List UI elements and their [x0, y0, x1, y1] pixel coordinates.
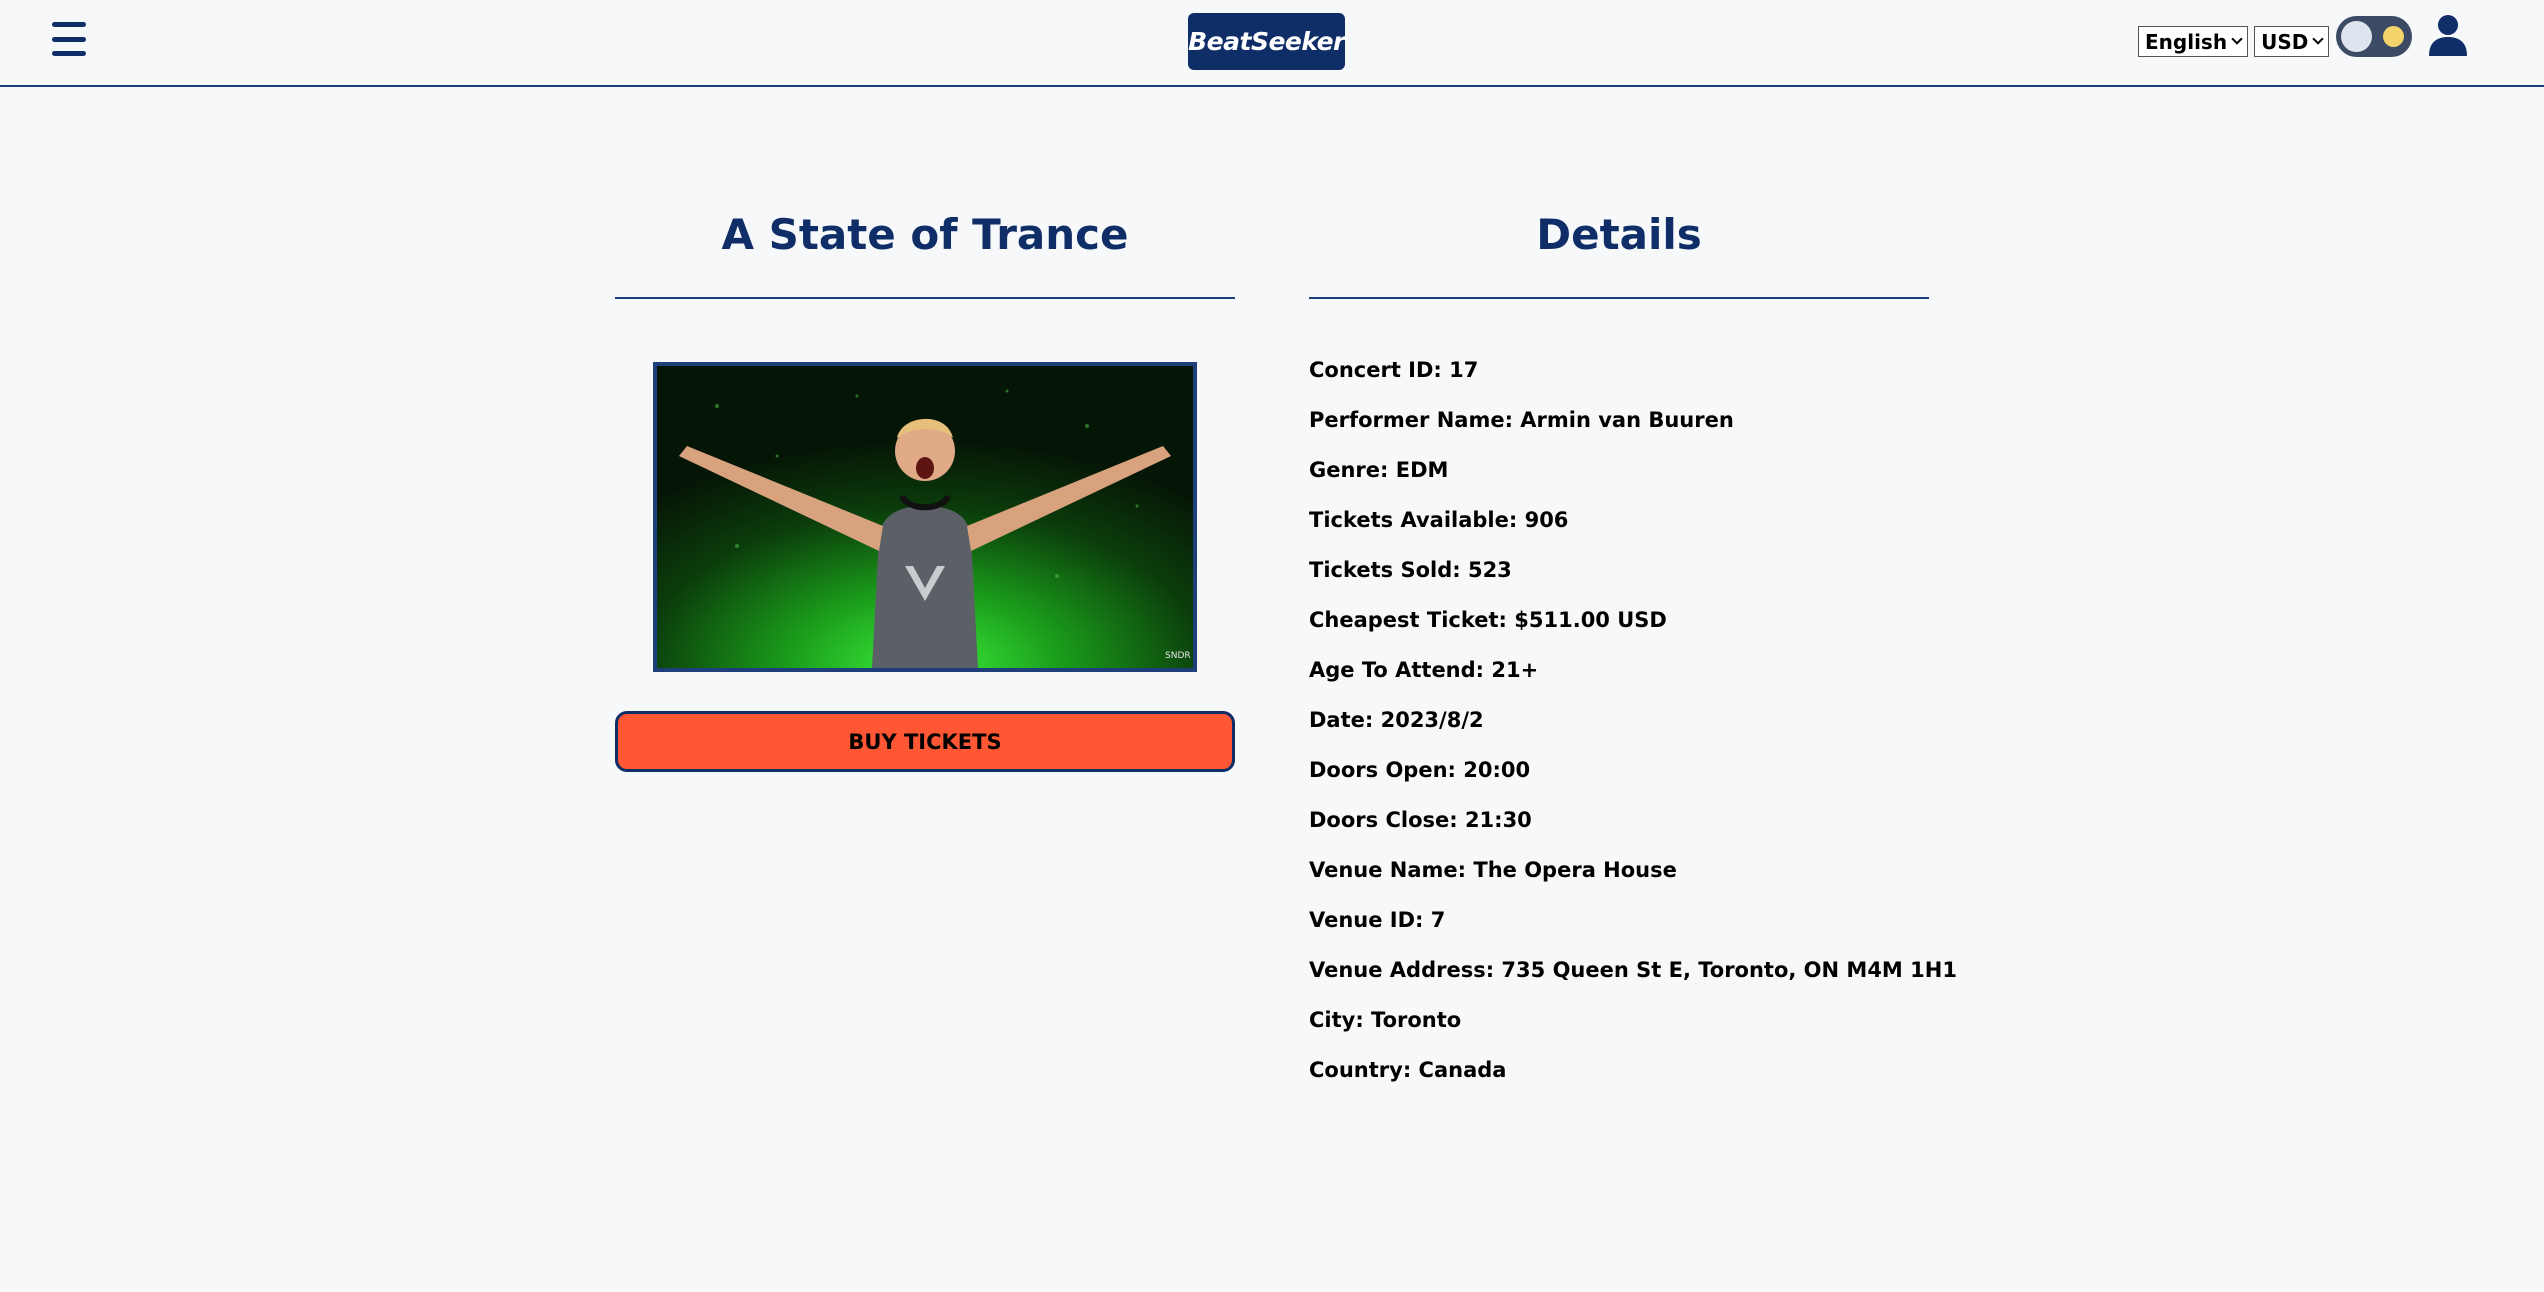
currency-select-value: USD [2261, 29, 2309, 54]
user-icon[interactable] [2428, 14, 2468, 56]
brand-logo[interactable]: BeatSeeker [1188, 13, 1345, 70]
header-selects: English USD [2138, 26, 2330, 57]
chevron-down-icon [2231, 33, 2243, 45]
currency-select[interactable]: USD [2254, 26, 2330, 57]
menu-bar [52, 22, 86, 27]
details-title: Details [1536, 210, 1702, 259]
concert-title: A State of Trance [721, 210, 1129, 259]
detail-venue-id: Venue ID: 7 [1309, 908, 1446, 932]
detail-genre: Genre: EDM [1309, 458, 1449, 482]
toggle-knob [2341, 21, 2372, 52]
sun-icon [2383, 26, 2404, 47]
detail-doors-open: Doors Open: 20:00 [1309, 758, 1531, 782]
top-header: BeatSeeker English USD [0, 0, 2544, 87]
details-divider [1309, 297, 1929, 299]
performer-photo: SNDR [657, 366, 1193, 668]
detail-doors-close: Doors Close: 21:30 [1309, 808, 1532, 832]
title-divider [615, 297, 1235, 299]
theme-toggle[interactable] [2336, 16, 2412, 57]
detail-cheapest-ticket: Cheapest Ticket: $511.00 USD [1309, 608, 1667, 632]
buy-tickets-button[interactable]: BUY TICKETS [615, 711, 1235, 772]
chevron-down-icon [2312, 33, 2324, 45]
detail-country: Country: Canada [1309, 1058, 1507, 1082]
image-caption: SNDR [1165, 651, 1191, 661]
language-select-value: English [2145, 29, 2228, 54]
hamburger-menu-icon[interactable] [52, 22, 86, 56]
menu-bar [52, 36, 86, 42]
detail-concert-id: Concert ID: 17 [1309, 358, 1479, 382]
detail-date: Date: 2023/8/2 [1309, 708, 1484, 732]
concert-image: SNDR [653, 362, 1197, 672]
detail-tickets-available: Tickets Available: 906 [1309, 508, 1569, 532]
language-select[interactable]: English [2138, 26, 2249, 57]
detail-performer-name: Performer Name: Armin van Buuren [1309, 408, 1734, 432]
detail-age-to-attend: Age To Attend: 21+ [1309, 658, 1539, 682]
detail-venue-name: Venue Name: The Opera House [1309, 858, 1677, 882]
menu-bar [52, 51, 86, 56]
detail-tickets-sold: Tickets Sold: 523 [1309, 558, 1512, 582]
detail-city: City: Toronto [1309, 1008, 1462, 1032]
detail-venue-address: Venue Address: 735 Queen St E, Toronto, … [1309, 958, 1957, 982]
details-list: Concert ID: 17 Performer Name: Armin van… [1309, 358, 2009, 1108]
